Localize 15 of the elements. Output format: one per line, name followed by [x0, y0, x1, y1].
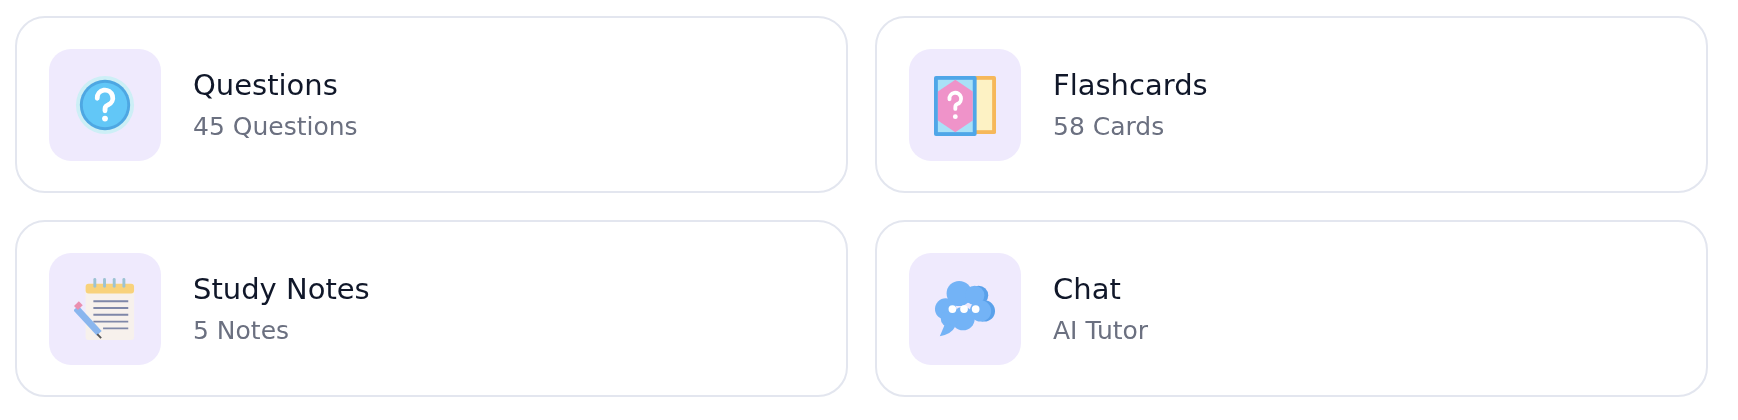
- tool-card[interactable]: Study Notes 5 Notes: [15, 220, 848, 397]
- card-subtitle: 5 Notes: [193, 316, 291, 345]
- card-title: Study Notes: [193, 272, 370, 306]
- notepad-pencil-icon: [74, 277, 136, 340]
- tool-card[interactable]: Chat AI Tutor: [875, 220, 1708, 397]
- tool-card[interactable]: Questions 45 Questions: [15, 16, 848, 193]
- card-title: Questions: [193, 68, 339, 102]
- card-title: Chat: [1053, 272, 1122, 306]
- question-mark-icon: [74, 73, 136, 136]
- tool-card[interactable]: Flashcards 58 Cards: [875, 16, 1708, 193]
- flashcards-icon: [934, 73, 996, 136]
- card-subtitle: 58 Cards: [1053, 112, 1166, 141]
- card-title: Flashcards: [1053, 68, 1208, 102]
- card-subtitle: 45 Questions: [193, 112, 358, 141]
- card-subtitle: AI Tutor: [1053, 316, 1149, 345]
